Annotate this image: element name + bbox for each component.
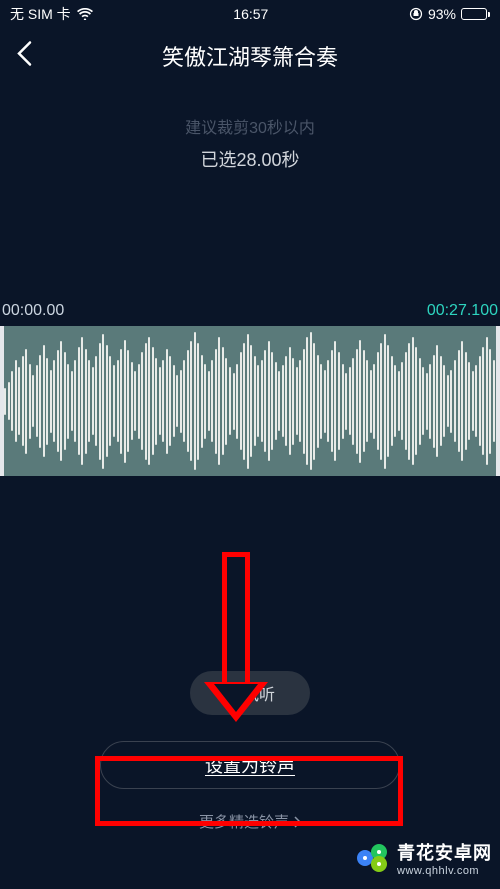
waveform[interactable]: [0, 326, 500, 476]
watermark: 青花安卓网 www.qhhlv.com: [355, 839, 492, 877]
end-time: 00:27.100: [427, 302, 498, 320]
status-bar: 无 SIM 卡 16:57 93%: [0, 0, 500, 28]
back-button[interactable]: [16, 41, 32, 72]
play-icon: [225, 687, 235, 699]
watermark-url: www.qhhlv.com: [397, 865, 492, 877]
more-ringtones-label: 更多精选铃声: [199, 811, 289, 832]
battery-icon: [461, 8, 490, 20]
trim-handle-left[interactable]: [0, 326, 4, 476]
trim-handle-right[interactable]: [496, 326, 500, 476]
start-time: 00:00.00: [2, 302, 64, 320]
timestamps: 00:00.00 00:27.100: [0, 302, 500, 320]
status-right: 93%: [409, 6, 490, 22]
set-ringtone-label: 设置为铃声: [205, 752, 295, 778]
trim-hint: 建议裁剪30秒以内: [0, 114, 500, 138]
page-title: 笑傲江湖琴箫合奏: [16, 40, 484, 72]
more-ringtones-link[interactable]: 更多精选铃声: [0, 811, 500, 832]
watermark-logo-icon: [355, 840, 391, 876]
header: 笑傲江湖琴箫合奏: [0, 28, 500, 84]
watermark-brand: 青花安卓网: [397, 839, 492, 865]
status-left: 无 SIM 卡: [10, 4, 93, 24]
status-time: 16:57: [233, 6, 268, 22]
wifi-icon: [77, 8, 93, 20]
chevron-right-icon: [293, 816, 301, 828]
carrier-text: 无 SIM 卡: [10, 4, 71, 24]
battery-percent: 93%: [428, 6, 456, 22]
waveform-area: 00:00.00 00:27.100: [0, 302, 500, 476]
set-ringtone-button[interactable]: 设置为铃声: [100, 741, 400, 789]
rotation-lock-icon: [409, 7, 423, 21]
selected-duration: 已选28.00秒: [0, 146, 500, 172]
preview-label: 试听: [243, 681, 275, 705]
preview-button[interactable]: 试听: [190, 671, 310, 715]
